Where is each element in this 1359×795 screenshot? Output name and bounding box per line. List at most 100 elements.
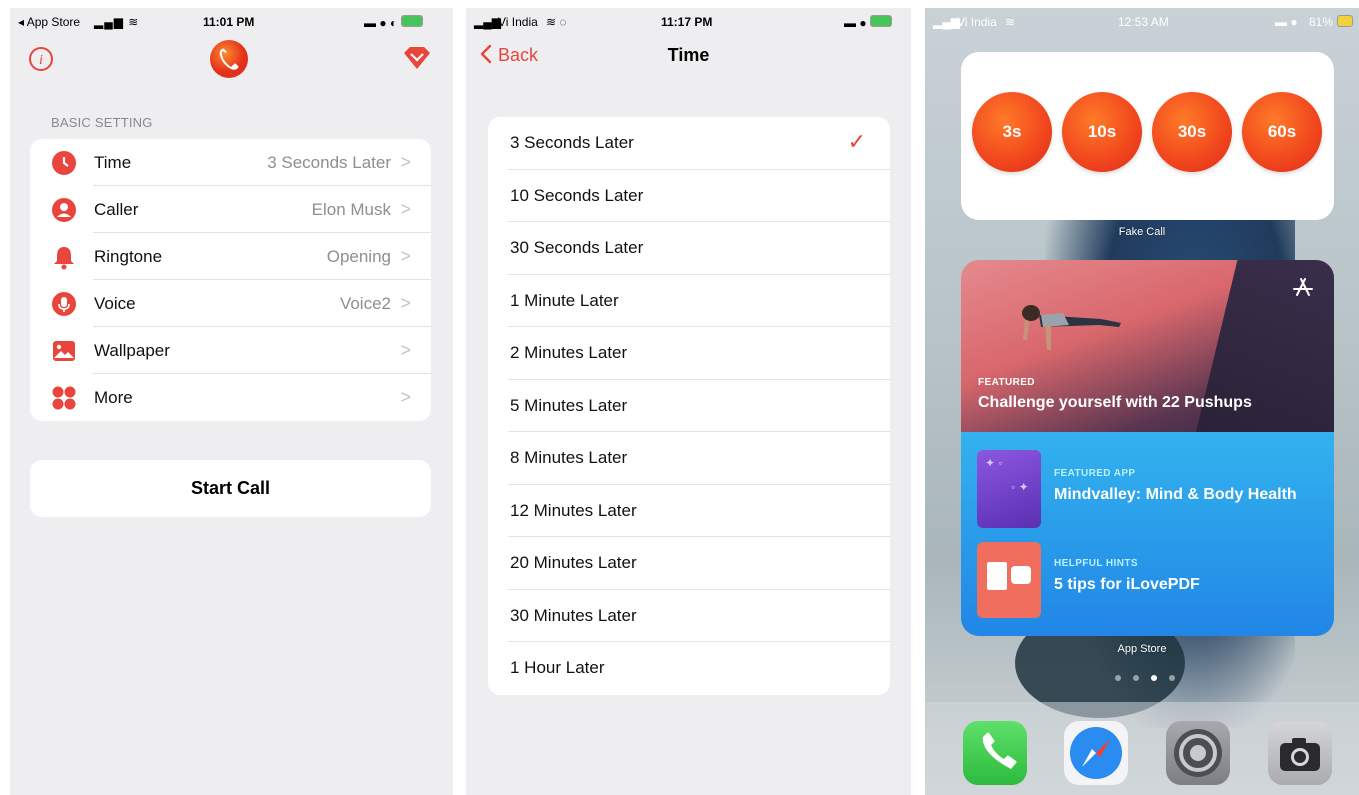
chevron-right-icon: > xyxy=(400,199,411,219)
camera-lens-icon xyxy=(1280,738,1320,771)
setting-label: Caller xyxy=(94,200,139,219)
setting-label: Time xyxy=(94,153,132,172)
list-item[interactable]: 1 Hour Later xyxy=(488,642,890,695)
option-label: 12 Minutes Later xyxy=(510,500,637,520)
item-label: HELPFUL HINTS xyxy=(1054,558,1138,569)
person-icon xyxy=(52,198,76,222)
list-item[interactable]: 5 Minutes Later xyxy=(488,380,890,432)
compass-icon xyxy=(1070,727,1122,779)
chevron-right-icon: > xyxy=(400,246,411,266)
option-label: 8 Minutes Later xyxy=(510,448,628,467)
option-label: 2 Minutes Later xyxy=(510,343,628,362)
battery-icon: ▬ ● xyxy=(844,15,892,30)
sparkle-icon: ✦ ◦ xyxy=(985,456,1003,470)
appstore-widget[interactable]: FEATURED Challenge yourself with 22 Push… xyxy=(961,260,1334,636)
timer-button[interactable]: 10s xyxy=(1062,92,1142,172)
featured-label: FEATURED xyxy=(978,377,1035,388)
page-dot xyxy=(1151,675,1157,681)
option-label: 20 Minutes Later xyxy=(510,553,637,572)
option-label: 1 Hour Later xyxy=(510,658,605,677)
camera-icon[interactable] xyxy=(1268,721,1332,785)
safari-icon[interactable] xyxy=(1064,721,1128,785)
gear-icon xyxy=(1174,729,1222,777)
option-label: 30 Seconds Later xyxy=(510,238,644,257)
setting-row-caller[interactable]: Caller Elon Musk > xyxy=(30,186,431,233)
gem-icon[interactable] xyxy=(402,46,432,70)
signal-icon: ▂▄▆ ≋ xyxy=(94,15,140,29)
svg-text:i: i xyxy=(39,53,43,68)
setting-row-more[interactable]: More > xyxy=(30,374,431,421)
chevron-right-icon: > xyxy=(400,293,411,313)
settings-icon[interactable] xyxy=(1166,721,1230,785)
status-carrier: Vi India xyxy=(498,15,538,29)
info-icon[interactable]: i xyxy=(28,46,54,72)
checkmark-icon: ✓ xyxy=(847,129,866,154)
fake-call-widget: 3s 10s 30s 60s xyxy=(961,52,1334,220)
settings-list: Time 3 Seconds Later > Caller Elon Musk … xyxy=(30,139,431,421)
grid-icon xyxy=(52,386,76,410)
list-item[interactable]: 2 Minutes Later xyxy=(488,327,890,380)
wifi-icon: ≋ xyxy=(1005,15,1016,29)
setting-row-time[interactable]: Time 3 Seconds Later > xyxy=(30,139,431,186)
dock xyxy=(925,702,1359,795)
phone-icon xyxy=(982,732,1017,769)
home-screen: ▂▄▆ Vi India ≋ 12:53 AM ▬ ● 81% 3s 10s 3… xyxy=(925,8,1359,795)
widget-caption: App Store xyxy=(1117,643,1167,655)
start-call-button[interactable]: Start Call xyxy=(30,460,431,517)
setting-label: Ringtone xyxy=(94,247,163,266)
timer-button[interactable]: 60s xyxy=(1242,92,1322,172)
list-item[interactable]: 1 Minute Later xyxy=(488,275,890,327)
timer-button[interactable]: 3s xyxy=(972,92,1052,172)
mindvalley-app-icon: ✦ ◦ ◦ ✦ xyxy=(977,450,1041,528)
ilovepdf-app-icon xyxy=(977,542,1041,618)
option-label: 3 Seconds Later xyxy=(510,133,634,152)
status-time: 11:17 PM xyxy=(661,15,713,29)
timer-button[interactable]: 30s xyxy=(1152,92,1232,172)
chevron-right-icon: > xyxy=(400,340,411,360)
bell-icon xyxy=(54,247,74,270)
setting-value: 3 Seconds Later xyxy=(267,153,391,172)
wifi-icon: ≋ ◌ xyxy=(546,15,567,29)
page-dot xyxy=(1133,675,1139,681)
section-label: BASIC SETTING xyxy=(51,115,153,130)
setting-value: Voice2 xyxy=(339,294,391,313)
status-carrier: ◂ App Store xyxy=(18,15,81,29)
item-title: Mindvalley: Mind & Body Health xyxy=(1054,486,1297,503)
widget-caption: Fake Call xyxy=(1118,226,1166,238)
list-item[interactable]: 20 Minutes Later xyxy=(488,537,890,590)
chevron-right-icon: > xyxy=(400,387,411,407)
status-carrier: Vi India xyxy=(957,15,997,29)
setting-row-wallpaper[interactable]: Wallpaper > xyxy=(30,327,431,374)
phone-app-icon[interactable] xyxy=(963,721,1027,785)
pushup-person-image xyxy=(1022,305,1121,350)
featured-title: Challenge yourself with 22 Pushups xyxy=(978,394,1252,411)
list-item[interactable]: 10 Seconds Later xyxy=(488,170,890,222)
list-item[interactable]: 8 Minutes Later xyxy=(488,432,890,485)
list-item[interactable]: 12 Minutes Later xyxy=(488,485,890,537)
appstore-icon xyxy=(1293,278,1313,296)
lock-icon: ▬ ● xyxy=(1275,15,1298,29)
list-item[interactable]: 3 Seconds Later ✓ xyxy=(488,117,890,170)
microphone-icon xyxy=(52,292,76,316)
list-item[interactable]: 30 Seconds Later xyxy=(488,222,890,275)
setting-value: Elon Musk xyxy=(311,200,391,219)
signal-icon: ▂▄▆ xyxy=(933,15,960,29)
fake-call-settings-screen: ◂ App Store ▂▄▆ ≋ 11:01 PM ▬ ● ◐ i BASIC… xyxy=(10,8,453,795)
option-label: 1 Minute Later xyxy=(510,290,619,310)
setting-value: Opening xyxy=(326,247,391,266)
item-title: 5 tips for iLovePDF xyxy=(1054,576,1200,593)
setting-label: More xyxy=(94,388,133,407)
signal-icon: ▂▄▆ xyxy=(474,15,501,29)
featured-banner[interactable]: FEATURED Challenge yourself with 22 Push… xyxy=(961,260,1334,432)
list-item[interactable]: HELPFUL HINTS 5 tips for iLovePDF xyxy=(961,538,1334,618)
clock-icon xyxy=(52,151,76,175)
image-icon xyxy=(53,341,75,361)
list-item[interactable]: ✦ ◦ ◦ ✦ FEATURED APP Mindvalley: Mind & … xyxy=(961,448,1334,528)
list-item[interactable]: 30 Minutes Later xyxy=(488,590,890,642)
setting-row-voice[interactable]: Voice Voice2 > xyxy=(30,280,431,327)
setting-label: Voice xyxy=(94,294,136,313)
option-label: 10 Seconds Later xyxy=(510,185,644,205)
setting-row-ringtone[interactable]: Ringtone Opening > xyxy=(30,233,431,280)
chevron-right-icon: > xyxy=(400,152,411,172)
document-icon xyxy=(987,562,1007,590)
